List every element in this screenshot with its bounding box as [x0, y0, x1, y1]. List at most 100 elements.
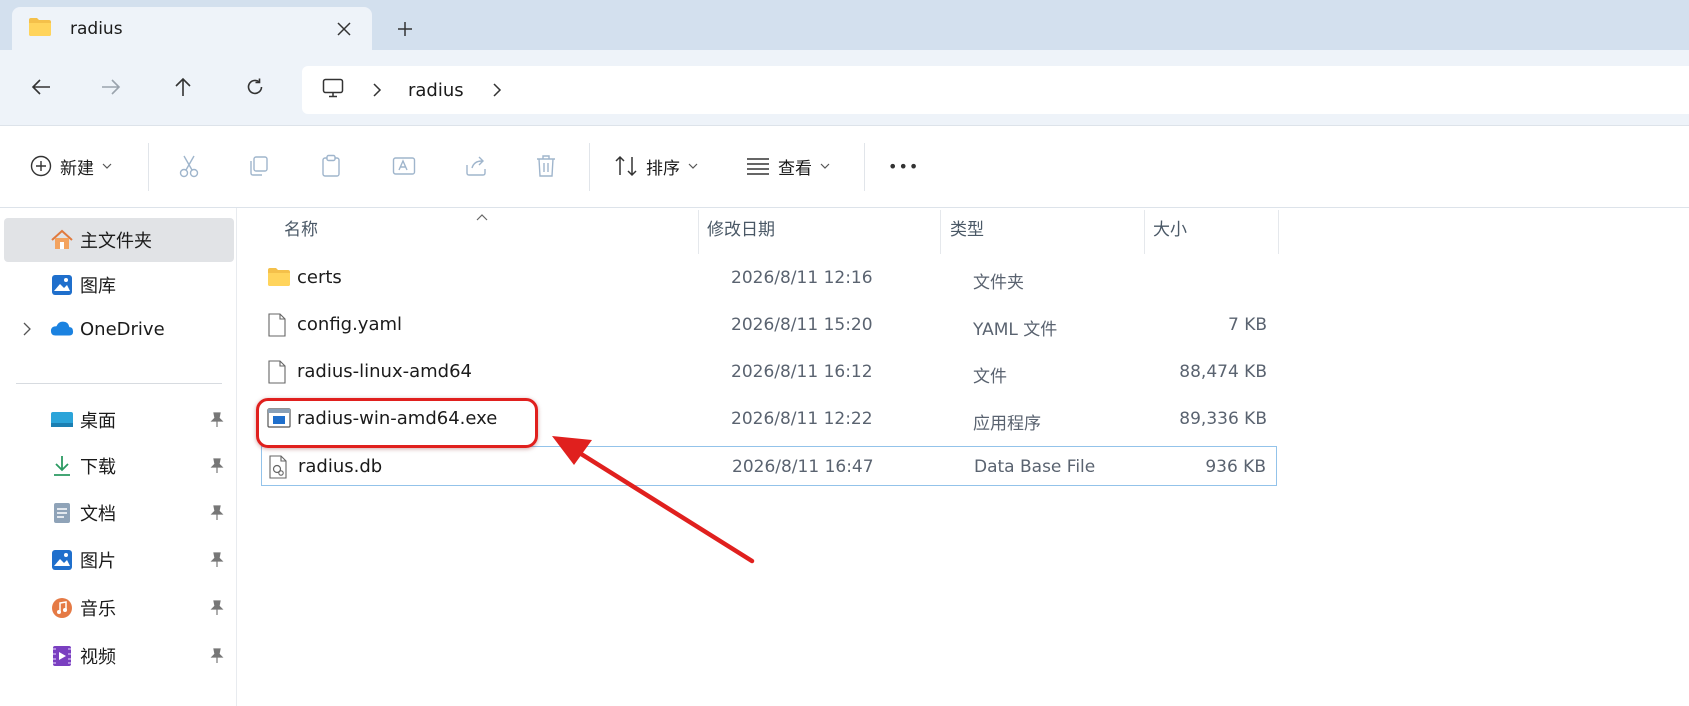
arrow-up-icon	[175, 77, 191, 96]
file-name: config.yaml	[297, 314, 403, 335]
add-circle-icon	[30, 155, 52, 177]
sidebar-item-label: 音乐	[80, 599, 116, 620]
plus-icon	[398, 22, 412, 36]
file-date: 2026/8/11 16:47	[732, 457, 874, 477]
folder-icon	[28, 17, 52, 41]
pin-icon[interactable]	[210, 600, 224, 620]
sidebar-item-label: 文档	[80, 504, 116, 525]
column-divider[interactable]	[1278, 210, 1279, 254]
delete-button[interactable]	[536, 146, 556, 186]
column-header-type[interactable]: 类型	[950, 208, 984, 246]
sidebar-item-label: 下载	[80, 457, 116, 478]
refresh-button[interactable]	[238, 70, 272, 104]
new-button[interactable]: 新建	[30, 146, 112, 186]
tab-radius[interactable]: radius	[12, 7, 372, 51]
navigation-bar: radius	[0, 50, 1689, 126]
forward-button[interactable]	[94, 70, 128, 104]
sort-button-label: 排序	[646, 158, 680, 179]
pin-icon[interactable]	[210, 505, 224, 525]
file-size: 7 KB	[1227, 315, 1267, 335]
sidebar-item-onedrive[interactable]: OneDrive	[4, 307, 234, 351]
column-divider[interactable]	[940, 210, 941, 254]
file-name: radius.db	[298, 456, 383, 477]
file-icon	[267, 360, 289, 384]
computer-icon	[322, 78, 344, 102]
close-tab-button[interactable]	[332, 17, 356, 41]
chevron-right-icon[interactable]	[492, 82, 502, 98]
sidebar-divider	[16, 383, 222, 384]
toolbar-divider	[589, 143, 590, 191]
sidebar-item-label: 桌面	[80, 411, 116, 432]
column-divider[interactable]	[1144, 210, 1145, 254]
pin-icon[interactable]	[210, 458, 224, 478]
db-file-icon	[268, 455, 290, 479]
sidebar-item-label: 图库	[80, 276, 116, 297]
paste-button[interactable]	[320, 146, 342, 186]
file-type: YAML 文件	[973, 320, 1058, 340]
up-button[interactable]	[166, 70, 200, 104]
file-date: 2026/8/11 16:12	[731, 362, 873, 382]
table-row[interactable]: config.yaml 2026/8/11 15:20 YAML 文件 7 KB	[261, 305, 1277, 345]
column-header-date[interactable]: 修改日期	[707, 208, 775, 246]
sort-icon	[615, 155, 637, 177]
pin-icon[interactable]	[210, 412, 224, 432]
desktop-icon	[50, 409, 74, 431]
rename-button[interactable]	[392, 146, 416, 186]
file-list: 名称 修改日期 类型 大小 certs 2026/8/11 12:16 文件夹 …	[237, 208, 1689, 706]
column-header-size[interactable]: 大小	[1153, 208, 1187, 246]
sidebar-item-documents[interactable]: 文档	[4, 491, 234, 535]
cut-button[interactable]	[178, 146, 200, 186]
more-options-button[interactable]: •••	[888, 146, 919, 186]
new-tab-button[interactable]	[392, 16, 418, 42]
table-row[interactable]: certs 2026/8/11 12:16 文件夹	[261, 258, 1277, 298]
more-options-label: •••	[888, 156, 920, 176]
file-name: radius-linux-amd64	[297, 361, 472, 382]
sidebar-item-videos[interactable]: 视频	[4, 634, 234, 678]
sidebar-item-label: 视频	[80, 647, 116, 668]
pin-icon[interactable]	[210, 648, 224, 668]
scissors-icon	[179, 155, 199, 178]
table-row[interactable]: radius-linux-amd64 2026/8/11 16:12 文件 88…	[261, 352, 1277, 392]
new-button-label: 新建	[60, 158, 94, 179]
sidebar-item-label: 主文件夹	[80, 231, 152, 252]
file-size: 88,474 KB	[1179, 362, 1267, 382]
arrow-left-icon	[31, 79, 50, 95]
sidebar-item-home[interactable]: 主文件夹	[4, 218, 234, 262]
chevron-right-icon[interactable]	[372, 82, 382, 98]
annotation-highlight-box	[256, 398, 538, 448]
view-button[interactable]: 查看	[746, 146, 830, 186]
copy-icon	[250, 156, 268, 176]
file-type: 文件	[973, 367, 1007, 387]
arrow-right-icon	[102, 79, 121, 95]
sidebar-item-desktop[interactable]: 桌面	[4, 398, 234, 442]
videos-icon	[50, 645, 74, 667]
chevron-down-icon	[102, 163, 112, 169]
back-button[interactable]	[24, 70, 58, 104]
rename-icon	[392, 157, 416, 175]
folder-icon	[267, 266, 290, 290]
file-size: 936 KB	[1205, 457, 1266, 477]
toolbar-divider	[148, 143, 149, 191]
chevron-down-icon	[688, 163, 698, 169]
refresh-icon	[247, 78, 263, 95]
chevron-right-icon[interactable]	[22, 321, 32, 341]
file-type: Data Base File	[974, 457, 1096, 477]
trash-icon	[537, 155, 555, 177]
sort-button[interactable]: 排序	[614, 146, 698, 186]
address-bar[interactable]: radius	[302, 66, 1689, 114]
sidebar-item-pictures[interactable]: 图片	[4, 538, 234, 582]
copy-button[interactable]	[248, 146, 270, 186]
breadcrumb-radius[interactable]: radius	[408, 80, 464, 101]
sidebar-item-music[interactable]: 音乐	[4, 586, 234, 630]
sidebar-item-gallery[interactable]: 图库	[4, 263, 234, 307]
sidebar-item-label: 图片	[80, 551, 116, 572]
column-header-name[interactable]: 名称	[284, 208, 318, 246]
close-icon	[337, 22, 351, 36]
download-icon	[50, 455, 74, 477]
file-date: 2026/8/11 15:20	[731, 315, 873, 335]
sidebar-item-downloads[interactable]: 下载	[4, 444, 234, 488]
share-button[interactable]	[464, 146, 488, 186]
table-row[interactable]: radius.db 2026/8/11 16:47 Data Base File…	[261, 446, 1277, 486]
pin-icon[interactable]	[210, 552, 224, 572]
column-divider[interactable]	[698, 210, 699, 254]
